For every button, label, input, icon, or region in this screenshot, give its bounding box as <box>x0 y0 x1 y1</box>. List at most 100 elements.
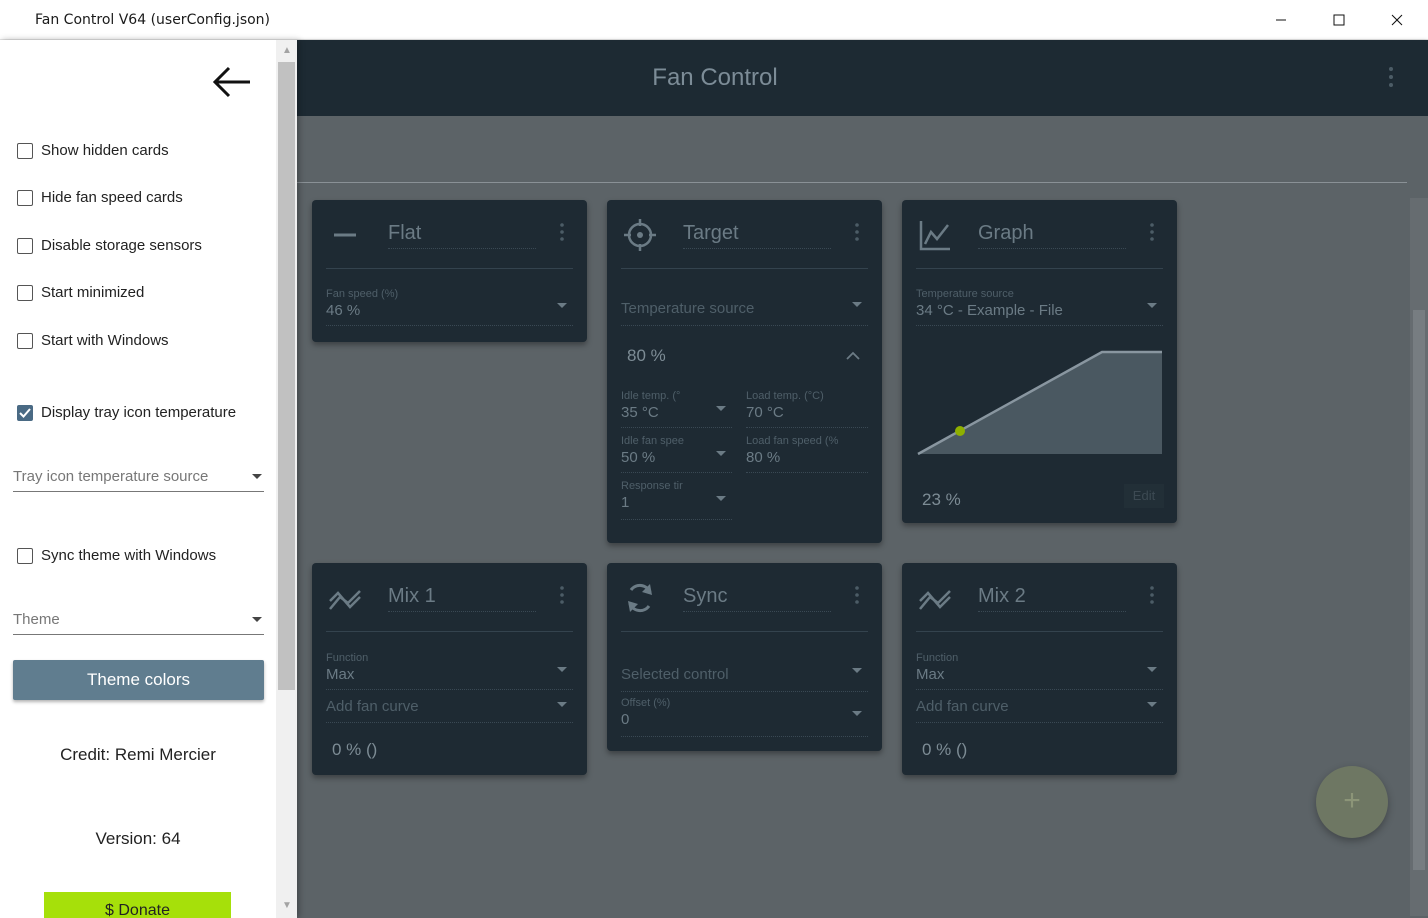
minimize-button[interactable] <box>1252 0 1310 40</box>
edit-button[interactable]: Edit <box>1124 484 1164 508</box>
field-placeholder: Selected control <box>621 666 729 683</box>
card-flat[interactable]: Flat Fan speed (%) 46 % <box>312 200 587 342</box>
card-menu-icon[interactable] <box>854 585 860 610</box>
dropdown-arrow-icon <box>852 711 862 716</box>
field-label: Function <box>916 652 959 664</box>
checkbox-box[interactable] <box>17 189 33 206</box>
field-value: Max <box>326 666 355 683</box>
field-label: Function <box>326 652 369 664</box>
card-name[interactable]: Graph <box>978 222 1126 249</box>
checkbox-label: Sync theme with Windows <box>41 547 217 564</box>
checkbox-hide-fan-speed-cards[interactable]: Hide fan speed cards <box>17 189 183 206</box>
close-icon <box>1391 14 1403 26</box>
checkbox-label: Start with Windows <box>41 332 169 349</box>
temperature-source-select[interactable]: Temperature source <box>621 300 868 326</box>
card-separator <box>326 268 573 269</box>
more-options-icon[interactable] <box>1388 66 1394 93</box>
card-menu-icon[interactable] <box>1149 585 1155 610</box>
close-button[interactable] <box>1368 0 1426 40</box>
offset-field[interactable]: Offset (%) 0 <box>621 697 868 737</box>
card-menu-icon[interactable] <box>854 222 860 247</box>
checkbox-box-checked[interactable] <box>17 404 33 421</box>
function-select[interactable]: Function Max <box>326 652 573 690</box>
card-separator <box>326 631 573 632</box>
checkbox-label: Disable storage sensors <box>41 237 202 254</box>
idle-temp-field[interactable]: Idle temp. (° 35 °C <box>621 390 732 428</box>
checkbox-start-with-windows[interactable]: Start with Windows <box>17 332 169 349</box>
graph-current-point <box>955 426 965 436</box>
field-label: Fan speed (%) <box>326 288 399 300</box>
sync-icon <box>628 583 652 613</box>
card-menu-icon[interactable] <box>559 222 565 247</box>
card-name[interactable]: Flat <box>388 222 536 249</box>
function-select[interactable]: Function Max <box>916 652 1163 690</box>
response-time-field[interactable]: Response tir 1 <box>621 480 732 520</box>
drawer-scrollbar[interactable]: ▲ ▼ <box>276 40 297 918</box>
dropdown-arrow-icon <box>716 496 726 501</box>
dropdown-arrow-icon <box>1147 702 1157 707</box>
card-sync[interactable]: Sync Selected control Offset (%) 0 <box>607 563 882 751</box>
dropdown-arrow-icon <box>252 617 262 622</box>
fan-curve-graph[interactable] <box>916 346 1164 458</box>
checkbox-disable-storage-sensors[interactable]: Disable storage sensors <box>17 237 202 254</box>
tray-icon-temperature-source-select[interactable]: Tray icon temperature source <box>13 468 264 492</box>
checkbox-show-hidden-cards[interactable]: Show hidden cards <box>17 142 169 159</box>
field-value: Max <box>916 666 945 683</box>
maximize-button[interactable] <box>1310 0 1368 40</box>
checkbox-box[interactable] <box>17 547 33 564</box>
idle-fan-speed-field[interactable]: Idle fan spee 50 % <box>621 435 732 473</box>
add-fan-curve-select[interactable]: Add fan curve <box>326 698 573 723</box>
dropdown-arrow-icon <box>557 667 567 672</box>
window-title: Fan Control V64 (userConfig.json) <box>35 12 271 28</box>
card-name[interactable]: Sync <box>683 585 831 612</box>
content-scrollbar-thumb[interactable] <box>1413 310 1425 870</box>
add-card-button[interactable]: + <box>1316 766 1388 838</box>
load-fan-speed-field[interactable]: Load fan speed (% 80 % <box>746 435 868 473</box>
dropdown-arrow-icon <box>852 668 862 673</box>
card-mix2[interactable]: Mix 2 Function Max Add fan curve 0 % () <box>902 563 1177 775</box>
checkbox-box[interactable] <box>17 142 33 159</box>
back-arrow-icon[interactable] <box>212 66 252 98</box>
version-text: Version: 64 <box>95 829 181 848</box>
scroll-down-icon[interactable]: ▼ <box>282 900 292 911</box>
temperature-source-select[interactable]: Temperature source 34 °C - Example - Fil… <box>916 288 1163 326</box>
credit-text: Credit: Remi Mercier <box>60 745 216 764</box>
card-mix1[interactable]: Mix 1 Function Max Add fan curve 0 % () <box>312 563 587 775</box>
mix-icon <box>919 590 951 610</box>
card-name[interactable]: Mix 2 <box>978 585 1126 612</box>
card-graph[interactable]: Graph Temperature source 34 °C - Example… <box>902 200 1177 523</box>
checkbox-start-minimized[interactable]: Start minimized <box>17 284 144 301</box>
target-value: 80 % <box>627 346 666 365</box>
theme-colors-button[interactable]: Theme colors <box>13 660 264 700</box>
checkbox-box[interactable] <box>17 284 33 301</box>
divider <box>297 182 1407 183</box>
drawer-scrollbar-thumb[interactable] <box>278 62 295 690</box>
checkbox-display-tray-icon-temperature[interactable]: Display tray icon temperature <box>17 404 236 421</box>
chevron-up-icon[interactable] <box>846 351 860 360</box>
checkbox-box[interactable] <box>17 237 33 254</box>
graph-icon <box>919 221 950 251</box>
card-separator <box>916 268 1163 269</box>
checkbox-label: Display tray icon temperature <box>41 404 237 421</box>
checkbox-sync-theme-with-windows[interactable]: Sync theme with Windows <box>17 547 216 564</box>
donate-button[interactable]: $ Donate <box>44 892 231 918</box>
card-name[interactable]: Target <box>683 222 831 249</box>
card-name[interactable]: Mix 1 <box>388 585 536 612</box>
add-fan-curve-select[interactable]: Add fan curve <box>916 698 1163 723</box>
checkbox-box[interactable] <box>17 332 33 349</box>
content-scrollbar[interactable] <box>1410 198 1428 916</box>
checkbox-label: Show hidden cards <box>41 142 169 159</box>
graph-value: 23 % <box>922 490 961 509</box>
checkbox-label: Start minimized <box>41 284 145 301</box>
field-placeholder: Add fan curve <box>326 698 419 715</box>
selected-control-select[interactable]: Selected control <box>621 666 868 692</box>
field-placeholder: Add fan curve <box>916 698 1009 715</box>
load-temp-field[interactable]: Load temp. (°C) 70 °C <box>746 390 868 428</box>
theme-select[interactable]: Theme <box>13 611 264 635</box>
card-target[interactable]: Target Temperature source 80 % Idle temp… <box>607 200 882 543</box>
fan-speed-field[interactable]: Fan speed (%) 46 % <box>326 288 573 326</box>
window-titlebar: Fan Control V64 (userConfig.json) <box>0 0 1428 40</box>
card-menu-icon[interactable] <box>559 585 565 610</box>
card-menu-icon[interactable] <box>1149 222 1155 247</box>
scroll-up-icon[interactable]: ▲ <box>282 45 292 56</box>
